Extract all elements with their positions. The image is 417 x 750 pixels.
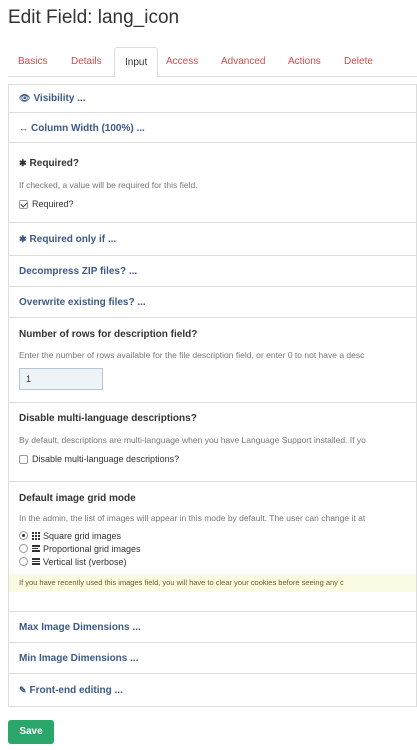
required-checkbox[interactable] [19,199,28,209]
multilang-checkbox-label[interactable]: Disable multi-language descriptions? [32,454,179,464]
multilang-description: By default, descriptions are multi-langu… [19,435,366,445]
section-visibility[interactable]: 👁︎ Visibility ... [9,85,416,113]
tab-access[interactable]: Access [156,47,208,77]
visibility-label: Visibility ... [33,93,86,104]
required-if-label: Required only if ... [29,234,117,245]
radio-proportional[interactable] [19,544,28,553]
column-width-label: Column Width (100%) ... [31,123,145,134]
grid-option-square[interactable]: Square grid images [9,529,416,542]
rows-input[interactable]: 1 [19,368,103,390]
asterisk-icon: ✱ [19,234,27,244]
edit-icon: ✎ [19,685,27,695]
min-dims-header[interactable]: Min Image Dimensions ... [9,643,416,673]
grid-option-proportional[interactable]: Proportional grid images [9,542,416,555]
arrows-horizontal-icon: ↔ [19,123,28,133]
section-column-width[interactable]: ↔ Column Width (100%) ... [9,113,416,143]
section-grid-mode: Default image grid mode In the admin, th… [9,482,416,612]
radio-square[interactable] [19,531,28,540]
section-required-if[interactable]: ✱ Required only if ... [9,223,416,256]
column-width-header[interactable]: ↔ Column Width (100%) ... [9,113,416,142]
rows-header: Number of rows for description field? [19,329,198,340]
proportional-label[interactable]: Proportional grid images [43,544,141,554]
required-description: If checked, a value will be required for… [19,180,198,190]
section-min-dims[interactable]: Min Image Dimensions ... [9,643,416,674]
tab-input[interactable]: Input [114,47,159,78]
align-left-icon [32,544,40,553]
tab-bar: Basics Details Input Access Advanced Act… [8,47,417,78]
save-button[interactable]: Save [8,720,54,744]
grid-mode-notice: If you have recently used this images fi… [9,574,416,592]
section-overwrite[interactable]: Overwrite existing files? ... [9,287,416,318]
eye-icon: 👁︎ [19,93,31,103]
rows-description: Enter the number of rows available for t… [19,350,365,360]
visibility-header[interactable]: 👁︎ Visibility ... [9,85,416,112]
tab-advanced[interactable]: Advanced [211,47,275,77]
multilang-checkbox-row[interactable]: Disable multi-language descriptions? [9,452,416,466]
section-required: ✱ Required? If checked, a value will be r… [9,143,416,223]
list-icon [32,557,40,566]
vertical-label[interactable]: Vertical list (verbose) [43,557,127,567]
multilang-checkbox[interactable] [19,454,28,464]
decompress-header[interactable]: Decompress ZIP files? ... [9,256,416,286]
tab-details[interactable]: Details [61,47,112,77]
section-rows: Number of rows for description field? En… [9,318,416,403]
frontend-header[interactable]: ✎ Front-end editing ... [9,674,416,706]
section-frontend[interactable]: ✎ Front-end editing ... [9,674,416,707]
overwrite-header[interactable]: Overwrite existing files? ... [9,287,416,317]
section-max-dims[interactable]: Max Image Dimensions ... [9,612,416,643]
required-checkbox-label[interactable]: Required? [32,199,74,209]
grid-option-vertical[interactable]: Vertical list (verbose) [9,555,416,568]
grid-mode-description: In the admin, the list of images will ap… [19,513,366,523]
tab-basics[interactable]: Basics [8,47,57,77]
grid-mode-header: Default image grid mode [19,493,136,504]
required-header: ✱ Required? [9,143,416,170]
radio-vertical[interactable] [19,557,28,566]
field-settings-panel: 👁︎ Visibility ... ↔ Column Width (100%) ..… [8,84,417,707]
required-if-header[interactable]: ✱ Required only if ... [9,223,416,255]
section-multilang: Disable multi-language descriptions? By … [9,403,416,482]
tab-delete[interactable]: Delete [334,47,383,77]
frontend-label: Front-end editing ... [29,685,123,696]
page-title: Edit Field: lang_icon [8,7,180,28]
required-checkbox-row[interactable]: Required? [9,197,416,211]
square-label[interactable]: Square grid images [43,531,121,541]
required-label: Required? [29,158,79,169]
max-dims-header[interactable]: Max Image Dimensions ... [9,612,416,642]
th-icon [32,531,40,540]
multilang-header: Disable multi-language descriptions? [19,413,197,424]
tab-actions[interactable]: Actions [278,47,331,77]
section-decompress[interactable]: Decompress ZIP files? ... [9,256,416,287]
asterisk-icon: ✱ [19,158,27,168]
